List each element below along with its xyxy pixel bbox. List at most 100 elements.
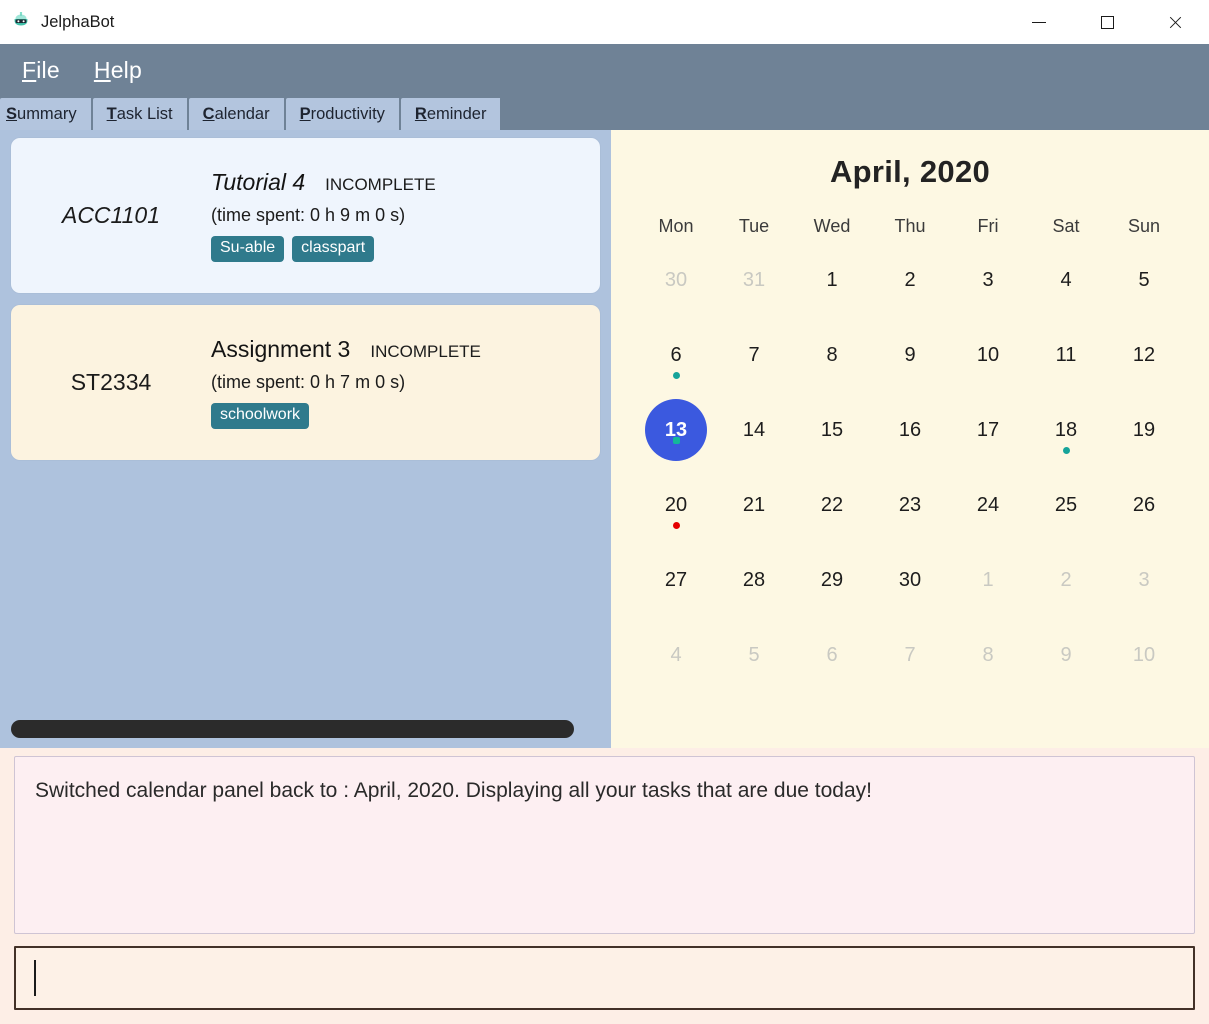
calendar-day-header: Sat — [1027, 216, 1105, 249]
calendar-day-cell[interactable]: 24 — [949, 474, 1027, 549]
calendar-day-cell[interactable]: 14 — [715, 399, 793, 474]
minimize-button[interactable] — [1005, 0, 1073, 44]
calendar-day-number: 26 — [1132, 494, 1156, 516]
calendar-day-inner: 6 — [793, 624, 871, 699]
calendar-day-number: 25 — [1054, 494, 1078, 516]
calendar-day-cell[interactable]: 3 — [1105, 549, 1183, 624]
calendar-day-cell[interactable]: 8 — [949, 624, 1027, 699]
calendar-day-number: 8 — [826, 344, 838, 366]
calendar-day-cell[interactable]: 22 — [793, 474, 871, 549]
calendar-day-cell[interactable]: 28 — [715, 549, 793, 624]
tab-task-list-label: ask List — [116, 104, 173, 123]
calendar-day-header: Thu — [871, 216, 949, 249]
calendar-day-cell[interactable]: 17 — [949, 399, 1027, 474]
calendar-day-inner: 10 — [1105, 624, 1183, 699]
task-tags: Su-able classpart — [211, 236, 586, 262]
calendar-day-cell[interactable]: 26 — [1105, 474, 1183, 549]
calendar-day-cell[interactable]: 25 — [1027, 474, 1105, 549]
calendar-day-cell[interactable]: 4 — [1027, 249, 1105, 324]
calendar-day-cell[interactable]: 6 — [637, 324, 715, 399]
calendar-day-cell[interactable]: 30 — [637, 249, 715, 324]
calendar-day-cell[interactable]: 19 — [1105, 399, 1183, 474]
calendar-day-number: 10 — [976, 344, 1000, 366]
calendar-day-number: 9 — [1060, 644, 1072, 666]
calendar-day-cell[interactable]: 7 — [715, 324, 793, 399]
calendar-day-inner: 21 — [715, 474, 793, 549]
tab-task-list[interactable]: Task List — [92, 98, 189, 130]
calendar-day-number: 16 — [898, 419, 922, 441]
calendar-day-cell[interactable]: 23 — [871, 474, 949, 549]
calendar-day-cell[interactable]: 31 — [715, 249, 793, 324]
calendar-day-cell[interactable]: 4 — [637, 624, 715, 699]
calendar-day-number: 21 — [742, 494, 766, 516]
calendar-day-cell[interactable]: 2 — [1027, 549, 1105, 624]
tab-reminder-label: eminder — [426, 104, 487, 123]
tab-reminder[interactable]: Reminder — [400, 98, 503, 130]
tab-productivity-mnemonic: P — [299, 104, 311, 123]
calendar-day-inner: 2 — [1027, 549, 1105, 624]
tab-productivity[interactable]: Productivity — [285, 98, 401, 130]
calendar-day-cell[interactable]: 9 — [1027, 624, 1105, 699]
command-input[interactable] — [14, 946, 1195, 1010]
calendar-day-number: 6 — [826, 644, 838, 666]
tab-summary[interactable]: Summary — [0, 98, 93, 130]
calendar-day-cell[interactable]: 9 — [871, 324, 949, 399]
calendar-day-cell[interactable]: 3 — [949, 249, 1027, 324]
calendar-day-event-dot — [1062, 447, 1070, 454]
calendar-day-number: 23 — [898, 494, 922, 516]
calendar-day-cell[interactable]: 12 — [1105, 324, 1183, 399]
calendar-day-cell[interactable]: 5 — [715, 624, 793, 699]
calendar-day-number: 2 — [904, 269, 916, 291]
calendar-day-cell[interactable]: 16 — [871, 399, 949, 474]
menu-item-help[interactable]: Help — [94, 57, 142, 84]
calendar-day-header-label: Sun — [1127, 216, 1161, 236]
menu-file-mnemonic: F — [22, 56, 37, 83]
task-card[interactable]: ST2334 Assignment 3 INCOMPLETE (time spe… — [11, 305, 600, 460]
calendar-day-cell[interactable]: 2 — [871, 249, 949, 324]
calendar-day-inner: 30 — [637, 249, 715, 324]
calendar-day-inner: 8 — [793, 324, 871, 399]
calendar-day-cell[interactable]: 30 — [871, 549, 949, 624]
calendar-day-inner: 26 — [1105, 474, 1183, 549]
close-button[interactable] — [1141, 0, 1209, 44]
maximize-icon — [1100, 15, 1114, 29]
calendar-day-number: 27 — [664, 569, 688, 591]
calendar-day-inner: 9 — [871, 324, 949, 399]
calendar-day-cell[interactable]: 1 — [949, 549, 1027, 624]
calendar-day-number: 3 — [1138, 569, 1150, 591]
horizontal-scrollbar[interactable] — [11, 720, 600, 738]
calendar-day-cell[interactable]: 10 — [1105, 624, 1183, 699]
application-window: JelphaBot File Help Summary Task List C … — [0, 0, 1209, 1024]
calendar-day-cell[interactable]: 7 — [871, 624, 949, 699]
calendar-day-cell[interactable]: 1 — [793, 249, 871, 324]
calendar-day-cell[interactable]: 13 — [637, 399, 715, 474]
task-title-row: Tutorial 4 INCOMPLETE — [211, 169, 586, 196]
calendar-day-cell[interactable]: 15 — [793, 399, 871, 474]
task-card[interactable]: ACC1101 Tutorial 4 INCOMPLETE (time spen… — [11, 138, 600, 293]
calendar-day-cell[interactable]: 18 — [1027, 399, 1105, 474]
calendar-day-event-dot — [672, 522, 680, 529]
calendar-day-cell[interactable]: 10 — [949, 324, 1027, 399]
scrollbar-thumb[interactable] — [11, 720, 574, 738]
tab-summary-label: ummary — [17, 104, 77, 123]
calendar-day-cell[interactable]: 6 — [793, 624, 871, 699]
menu-item-file[interactable]: File — [22, 57, 60, 84]
tab-calendar[interactable]: Calendar — [188, 98, 286, 130]
calendar-day-number: 4 — [1060, 269, 1072, 291]
calendar-day-inner: 11 — [1027, 324, 1105, 399]
calendar-day-header-label: Mon — [658, 216, 694, 236]
calendar-day-inner: 29 — [793, 549, 871, 624]
task-time-spent: (time spent: 0 h 7 m 0 s) — [211, 372, 406, 392]
calendar-day-cell[interactable]: 21 — [715, 474, 793, 549]
calendar-day-cell[interactable]: 29 — [793, 549, 871, 624]
calendar-day-cell[interactable]: 5 — [1105, 249, 1183, 324]
calendar-day-cell[interactable]: 11 — [1027, 324, 1105, 399]
calendar-day-number: 30 — [898, 569, 922, 591]
calendar-day-number: 8 — [982, 644, 994, 666]
calendar-day-cell[interactable]: 20 — [637, 474, 715, 549]
calendar-day-number: 22 — [820, 494, 844, 516]
maximize-button[interactable] — [1073, 0, 1141, 44]
calendar-day-cell[interactable]: 8 — [793, 324, 871, 399]
calendar-day-cell[interactable]: 27 — [637, 549, 715, 624]
calendar-day-header-label: Thu — [894, 216, 926, 236]
